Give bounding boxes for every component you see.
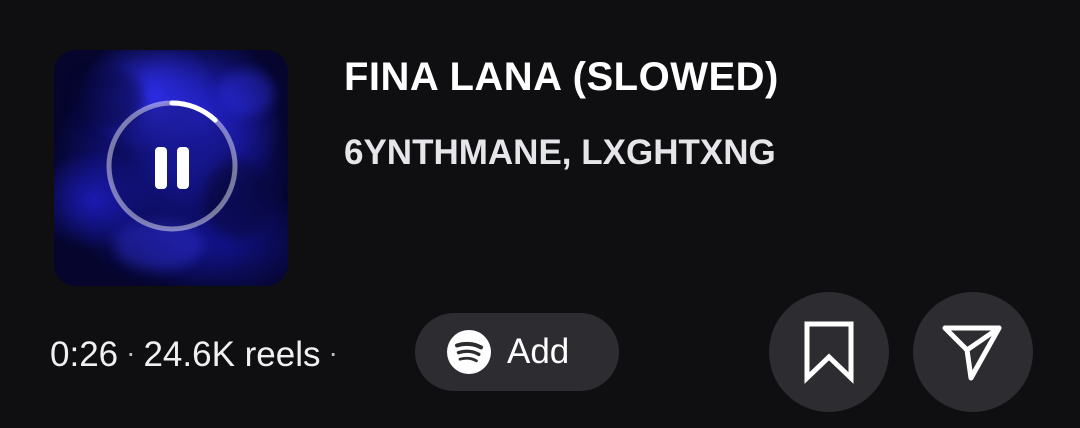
reels-count[interactable]: 24.6K reels: [143, 335, 320, 374]
add-to-spotify-button[interactable]: Add: [415, 313, 619, 391]
add-button-label: Add: [507, 332, 570, 371]
send-icon: [942, 325, 1002, 381]
share-button[interactable]: [913, 292, 1033, 412]
pause-icon[interactable]: [154, 147, 190, 189]
track-artist[interactable]: 6YNTHMANE, LXGHTXNG: [344, 131, 776, 175]
separator-dot: ·: [126, 337, 136, 368]
track-meta: 0:26 · 24.6K reels ·: [50, 331, 346, 377]
save-button[interactable]: [769, 292, 889, 412]
separator-dot: ·: [328, 337, 338, 368]
track-duration: 0:26: [50, 335, 119, 374]
album-cover[interactable]: [54, 50, 288, 286]
bookmark-icon: [804, 321, 854, 384]
spotify-icon: [447, 330, 491, 374]
track-title[interactable]: FINA LANA (SLOWED): [344, 53, 779, 101]
